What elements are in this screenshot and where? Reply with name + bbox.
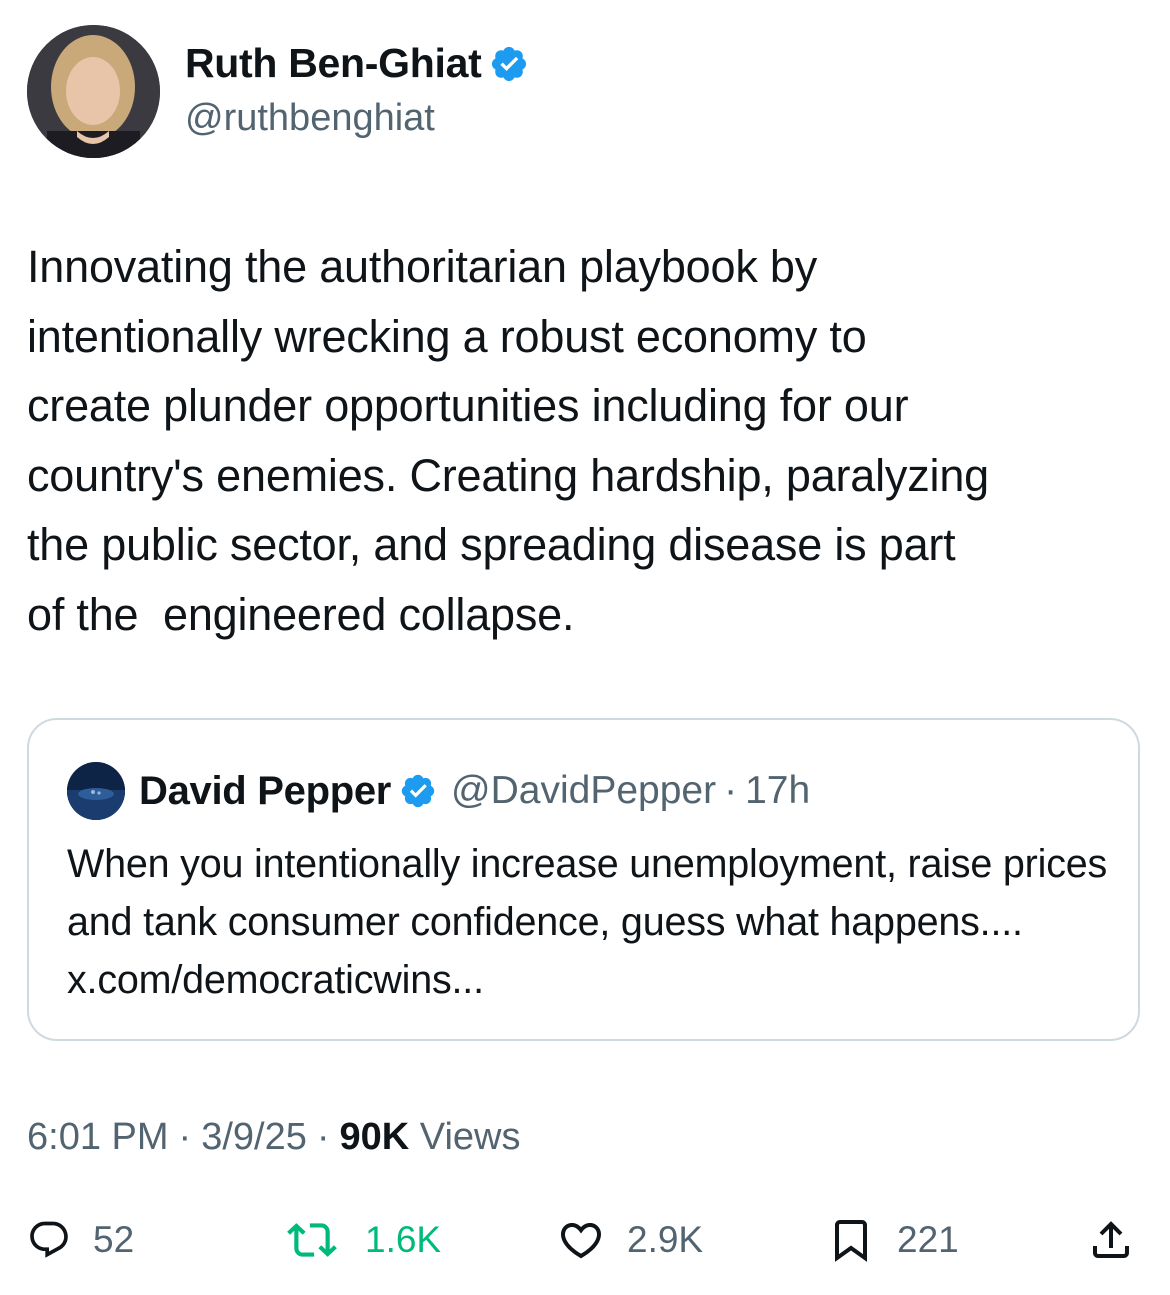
quoted-tweet-time[interactable]: 17h (745, 769, 810, 813)
bookmark-icon (835, 1220, 867, 1262)
author-name-text[interactable]: Ruth Ben-Ghiat (185, 40, 482, 87)
separator-dot: · (178, 1116, 192, 1158)
share-button[interactable] (1087, 1208, 1135, 1272)
separator-dot: · (724, 769, 738, 812)
bookmark-count: 221 (897, 1219, 959, 1260)
share-icon (1093, 1221, 1129, 1258)
quoted-tweet-text: When you intentionally increase unemploy… (67, 842, 1108, 1002)
like-icon (560, 1223, 602, 1259)
reply-count: 52 (93, 1219, 135, 1260)
reply-icon (30, 1221, 68, 1258)
like-button[interactable]: 2.9K (557, 1208, 703, 1272)
tweet-time[interactable]: 6:01 PM (27, 1116, 169, 1158)
retweet-count: 1.6K (365, 1219, 442, 1260)
author-avatar[interactable] (27, 25, 160, 158)
quoted-tweet-card[interactable]: David Pepper @DavidPepper · 17h When you… (27, 718, 1140, 1041)
verified-badge-icon (401, 774, 435, 808)
like-count: 2.9K (627, 1219, 704, 1260)
quoted-author-name[interactable]: David Pepper (139, 769, 391, 814)
quoted-tweet-header: David Pepper @DavidPepper · 17h (139, 765, 810, 817)
quoted-author-handle[interactable]: @DavidPepper (451, 769, 716, 813)
separator-dot: · (316, 1116, 330, 1158)
quoted-author-avatar[interactable] (67, 762, 125, 820)
tweet-date[interactable]: 3/9/25 (201, 1116, 307, 1158)
verified-badge-icon (492, 46, 527, 81)
views-label: Views (419, 1116, 521, 1158)
tweet-text: Innovating the authoritarian playbook by… (27, 241, 989, 640)
bookmark-button[interactable]: 221 (827, 1208, 959, 1272)
tweet-header: Ruth Ben-Ghiat @ruthbenghiat (27, 25, 1137, 160)
action-bar: 52 1.6K 2.9K 221 (27, 1208, 1142, 1272)
retweet-button[interactable]: 1.6K (287, 1208, 441, 1272)
author-handle[interactable]: @ruthbenghiat (185, 97, 435, 140)
reply-button[interactable]: 52 (27, 1208, 134, 1272)
retweet-icon (287, 1223, 337, 1257)
tweet-meta: 6:01 PM · 3/9/25 · 90K Views (27, 1116, 520, 1159)
author-display-name[interactable]: Ruth Ben-Ghiat (185, 40, 529, 87)
views-count: 90K (339, 1116, 410, 1158)
